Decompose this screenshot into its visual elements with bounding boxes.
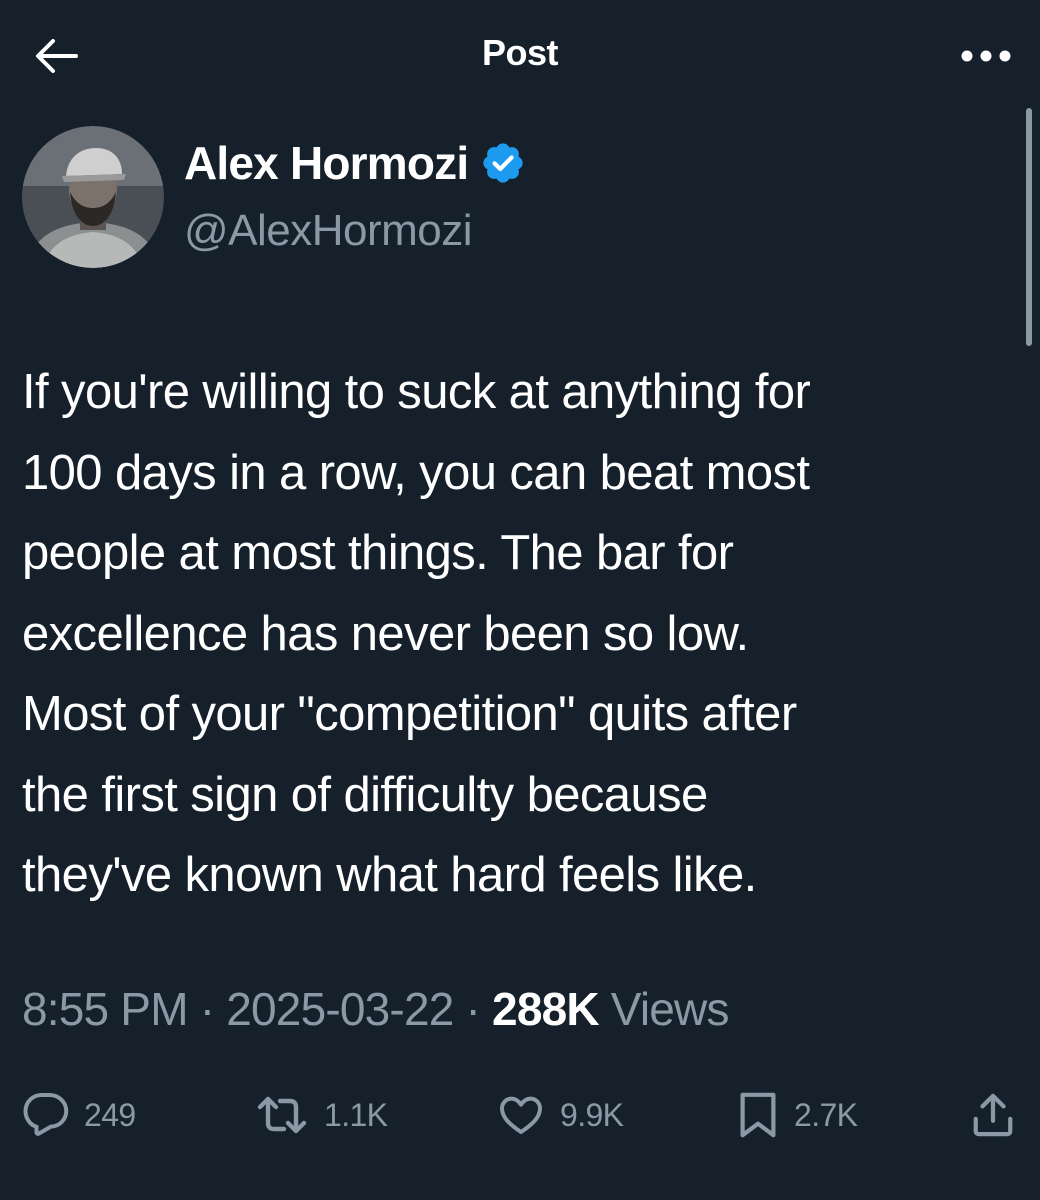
repost-button[interactable]: 1.1K xyxy=(254,1080,388,1150)
top-bar: Post xyxy=(0,0,1040,110)
share-button[interactable] xyxy=(970,1080,1016,1150)
like-button[interactable]: 9.9K xyxy=(496,1080,624,1150)
like-count: 9.9K xyxy=(560,1096,624,1133)
action-bar: 249 1.1K 9.9K 2.7K xyxy=(0,1080,1040,1150)
repost-count: 1.1K xyxy=(324,1096,388,1133)
post-date[interactable]: 2025-03-22 xyxy=(226,983,454,1035)
reply-count: 249 xyxy=(84,1096,136,1133)
views-count[interactable]: 288K xyxy=(492,983,600,1035)
meta-separator: · xyxy=(465,983,481,1035)
meta-separator: · xyxy=(199,983,215,1035)
more-horizontal-icon xyxy=(960,49,1012,63)
heart-icon xyxy=(496,1091,546,1139)
reply-icon xyxy=(22,1091,70,1139)
bookmark-icon xyxy=(736,1090,780,1140)
post-text: If you're willing to suck at anything fo… xyxy=(22,365,811,902)
bookmark-count: 2.7K xyxy=(794,1096,858,1133)
scrollbar[interactable] xyxy=(1026,108,1032,346)
more-options-button[interactable] xyxy=(958,32,1014,80)
post-detail-screen: Post Alex Hormozi @AlexHormozi If you're… xyxy=(0,0,1040,1200)
author-name: Alex Hormozi xyxy=(184,137,469,189)
author-handle[interactable]: @AlexHormozi xyxy=(184,206,473,256)
reply-button[interactable]: 249 xyxy=(22,1080,136,1150)
author-name-link[interactable]: Alex Hormozi xyxy=(184,136,526,190)
avatar[interactable] xyxy=(22,126,164,268)
repost-icon xyxy=(254,1091,310,1139)
verified-badge-icon xyxy=(480,140,526,186)
post-meta: 8:55 PM · 2025-03-22 · 288K Views xyxy=(22,982,729,1036)
page-title: Post xyxy=(481,32,559,73)
views-label: Views xyxy=(610,983,730,1035)
share-icon xyxy=(970,1090,1016,1140)
bookmark-button[interactable]: 2.7K xyxy=(736,1080,858,1150)
post-time[interactable]: 8:55 PM xyxy=(22,983,189,1035)
post-author: Alex Hormozi @AlexHormozi xyxy=(22,126,922,270)
